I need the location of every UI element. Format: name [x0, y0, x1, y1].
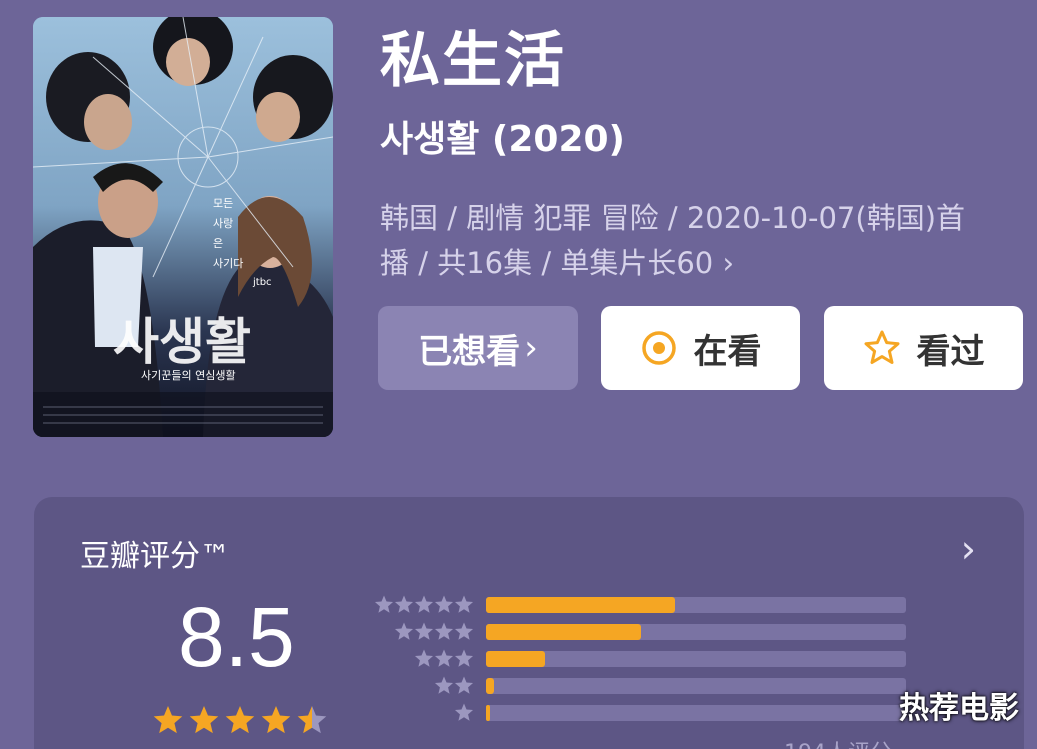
- bar-star-label-icon: [394, 622, 474, 640]
- rating-bar-track: [486, 597, 906, 613]
- rating-bar-row: [364, 703, 906, 723]
- bar-star-icon: [454, 649, 474, 667]
- poster-network: jtbc: [252, 277, 272, 288]
- bar-star-icon: [394, 622, 414, 640]
- poster-image[interactable]: 모든 사랑 은 사기다 jtbc 사생활 사기꾼들의 연심생활: [33, 17, 333, 437]
- bar-star-icon: [414, 649, 434, 667]
- poster-caption: 사생활: [113, 313, 251, 371]
- rating-bar-track: [486, 678, 906, 694]
- watching-label: 在看: [693, 331, 762, 372]
- rating-count[interactable]: 194人评分: [784, 735, 892, 749]
- rating-star-icon: [189, 706, 219, 734]
- rating-bar-row: [364, 649, 906, 669]
- meta-line: 播 / 共16集 / 单集片长60 ›: [380, 241, 1020, 286]
- rating-bar-fill: [486, 705, 491, 721]
- bar-star-icon: [454, 676, 474, 694]
- poster-tagline: 모든: [213, 197, 233, 210]
- star-outline-icon: [864, 330, 899, 364]
- bar-star-icon: [414, 622, 434, 640]
- bar-star-icon: [414, 595, 434, 613]
- rating-bar-row: [364, 595, 906, 615]
- bar-star-icon: [374, 595, 394, 613]
- poster-tagline: 사기다: [213, 257, 243, 270]
- chevron-right-icon: ›: [722, 246, 735, 280]
- watched-button[interactable]: 看过: [824, 306, 1023, 390]
- bar-star-icon: [434, 595, 454, 613]
- rating-bar-fill: [486, 678, 495, 694]
- watched-label: 看过: [916, 331, 985, 372]
- poster-subcaption: 사기꾼들의 연심생활: [141, 368, 236, 382]
- rating-bar-fill: [486, 624, 642, 640]
- watermark-text: 热荐电影: [899, 691, 1019, 726]
- rating-star-icon: [225, 706, 255, 734]
- bar-star-icon: [454, 703, 474, 721]
- rating-star-icon: [153, 706, 183, 734]
- rating-bar-track: [486, 651, 906, 667]
- rating-bar-fill: [486, 597, 675, 613]
- page: 모든 사랑 은 사기다 jtbc 사생활 사기꾼들의 연심생활 私生活 사생활 …: [0, 0, 1037, 749]
- bar-star-label-icon: [374, 595, 474, 613]
- rating-title: 豆瓣评分™: [80, 539, 230, 574]
- bar-star-label-icon: [434, 676, 474, 694]
- bar-star-label-icon: [454, 703, 474, 721]
- original-title: 사생활 (2020): [380, 119, 625, 160]
- meta-line: 韩国 / 剧情 犯罪 冒险 / 2020-10-07(韩国)首: [380, 201, 966, 235]
- rating-bar-row: [364, 622, 906, 642]
- page-title: 私生活: [380, 26, 566, 96]
- poster-art: 모든 사랑 은 사기다 jtbc 사생활 사기꾼들의 연심생활: [33, 17, 333, 437]
- radio-circle-icon: [641, 331, 676, 365]
- want-to-watch-label: 已想看: [418, 331, 521, 372]
- rating-stars: [153, 706, 327, 734]
- bar-star-icon: [434, 649, 454, 667]
- rating-score: 8.5: [178, 590, 295, 684]
- rating-star-icon: [297, 706, 327, 734]
- poster-tagline: 은: [213, 237, 223, 250]
- rating-bar-fill: [486, 651, 545, 667]
- chevron-right-icon[interactable]: ›: [961, 527, 976, 571]
- bar-star-icon: [434, 622, 454, 640]
- meta-info[interactable]: 韩国 / 剧情 犯罪 冒险 / 2020-10-07(韩国)首 播 / 共16集…: [380, 196, 1020, 286]
- bar-star-icon: [394, 595, 414, 613]
- rating-bar-track: [486, 624, 906, 640]
- watching-button[interactable]: 在看: [601, 306, 800, 390]
- meta-line-text: 播 / 共16集 / 单集片长60: [380, 246, 714, 280]
- bar-star-icon: [434, 676, 454, 694]
- bar-star-icon: [454, 595, 474, 613]
- bar-star-label-icon: [414, 649, 474, 667]
- want-to-watch-button[interactable]: 已想看 ›: [378, 306, 578, 390]
- chevron-right-icon: ›: [524, 328, 538, 368]
- rating-bar-row: [364, 676, 906, 696]
- bar-star-icon: [454, 622, 474, 640]
- rating-bar-track: [486, 705, 906, 721]
- rating-panel[interactable]: 豆瓣评分™ › 8.5 194人评分: [34, 497, 1024, 749]
- rating-star-icon: [261, 706, 291, 734]
- poster-tagline: 사랑: [213, 217, 233, 230]
